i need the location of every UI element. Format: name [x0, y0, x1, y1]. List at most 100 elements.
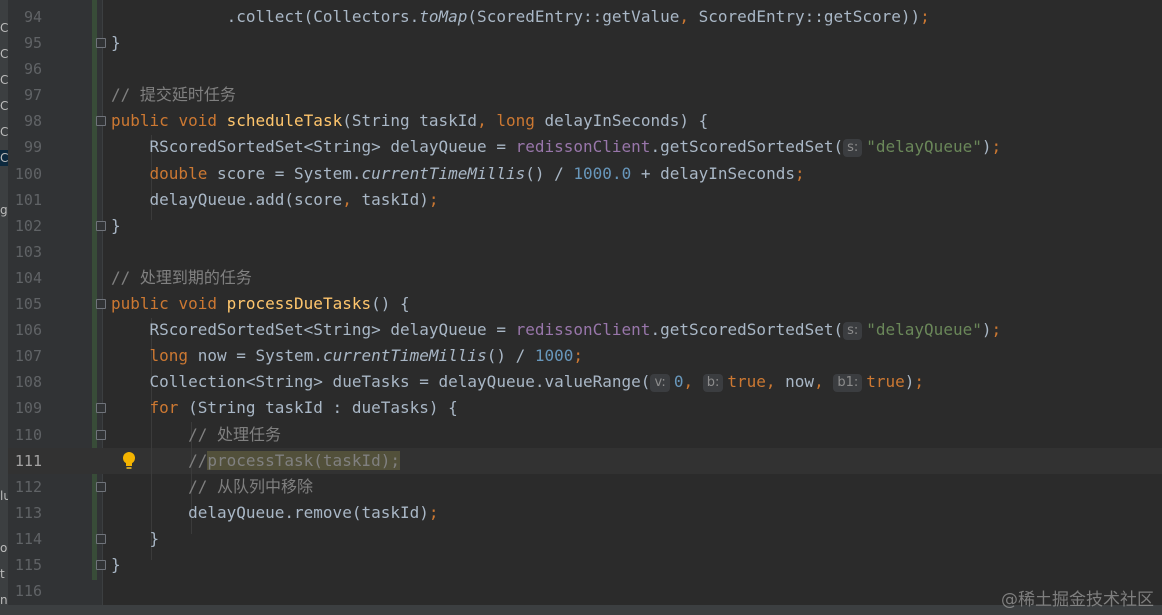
code-line[interactable]: 97 // 提交延时任务 [0, 82, 1162, 108]
fold-toggle-icon[interactable] [96, 533, 106, 544]
code-token: Collection<String> dueTasks = delayQueue… [111, 372, 651, 392]
code-text[interactable]: Collection<String> dueTasks = delayQueue… [111, 369, 924, 395]
code-token: ; [428, 502, 439, 522]
code-token: () / [525, 163, 574, 183]
code-line[interactable]: 111 //processTask(taskId); [0, 448, 1162, 474]
code-line[interactable]: 108 Collection<String> dueTasks = delayQ… [0, 369, 1162, 395]
code-text[interactable]: // 处理到期的任务 [111, 265, 252, 291]
code-token: long [496, 111, 545, 131]
code-line[interactable]: 96 [0, 56, 1162, 82]
parameter-hint: s: [843, 139, 863, 158]
code-line[interactable]: 103 [0, 239, 1162, 265]
code-token: delayQueue.add(score [111, 189, 343, 209]
code-token: 1000.0 [573, 163, 632, 183]
code-line[interactable]: 115} [0, 552, 1162, 578]
code-line[interactable]: 95} [0, 30, 1162, 56]
horizontal-scrollbar[interactable] [0, 605, 1162, 615]
fold-toggle-icon[interactable] [96, 220, 106, 231]
code-text[interactable]: double score = System.currentTimeMillis(… [111, 161, 805, 187]
code-line[interactable]: 107 long now = System.currentTimeMillis(… [0, 343, 1162, 369]
code-line[interactable]: 101 delayQueue.add(score, taskId); [0, 187, 1162, 213]
code-token: 0 [673, 372, 684, 392]
code-text[interactable]: // 从队列中移除 [111, 474, 313, 500]
code-token: for [149, 398, 189, 418]
code-line[interactable]: 116 [0, 578, 1162, 604]
code-line[interactable]: 102} [0, 213, 1162, 239]
line-number: 98 [23, 112, 42, 131]
code-line[interactable]: 112 // 从队列中移除 [0, 474, 1162, 500]
line-number: 103 [14, 242, 42, 261]
code-token: () / [486, 346, 535, 366]
code-text[interactable]: // 提交延时任务 [111, 82, 236, 108]
code-text[interactable]: //processTask(taskId); [111, 448, 400, 474]
code-token: .getScoredSortedSet( [650, 137, 844, 157]
code-line[interactable]: 104 // 处理到期的任务 [0, 265, 1162, 291]
code-token: "delayQueue" [866, 137, 982, 157]
fold-toggle-icon[interactable] [96, 116, 106, 127]
code-token: , [765, 372, 786, 392]
code-text[interactable]: RScoredSortedSet<String> delayQueue = re… [111, 317, 1001, 343]
code-line[interactable]: 100 double score = System.currentTimeMil… [0, 161, 1162, 187]
fold-toggle-icon[interactable] [96, 299, 106, 310]
code-text[interactable]: } [111, 526, 160, 552]
code-line[interactable]: 98 public void scheduleTask(String taskId… [0, 108, 1162, 134]
line-number: 94 [23, 8, 42, 26]
code-text[interactable]: for (String taskId : dueTasks) { [111, 395, 458, 421]
code-line[interactable]: 109 for (String taskId : dueTasks) { [0, 395, 1162, 421]
code-text[interactable]: RScoredSortedSet<String> delayQueue = re… [111, 134, 1001, 160]
code-token: ) [904, 372, 915, 392]
code-token: () { [371, 294, 410, 314]
code-line[interactable]: 113 delayQueue.remove(taskId); [0, 500, 1162, 526]
fold-toggle-icon[interactable] [96, 38, 106, 49]
line-number: 114 [14, 529, 42, 548]
code-token: (ScoredEntry::getValue [467, 7, 680, 26]
code-token: (String taskId : dueTasks) { [188, 398, 458, 418]
code-text[interactable]: long now = System.currentTimeMillis() / … [111, 343, 584, 369]
code-text[interactable]: } [111, 213, 121, 239]
line-number: 116 [14, 582, 42, 601]
fold-toggle-icon[interactable] [96, 559, 106, 570]
parameter-hint: b1: [833, 374, 863, 393]
code-token: ; [991, 137, 1002, 157]
code-text[interactable]: } [111, 552, 121, 578]
code-text[interactable]: } [111, 30, 121, 56]
code-text[interactable]: // 处理任务 [111, 422, 281, 448]
code-line[interactable]: 110 // 处理任务 [0, 422, 1162, 448]
code-text[interactable]: public void scheduleTask(String taskId, … [111, 108, 708, 134]
code-text[interactable]: public void processDueTasks() { [111, 291, 410, 317]
code-token: ; [914, 372, 925, 392]
line-number: 113 [14, 503, 42, 522]
code-line[interactable]: 99 RScoredSortedSet<String> delayQueue =… [0, 134, 1162, 160]
fold-toggle-icon[interactable] [96, 403, 106, 414]
code-token: (String taskId [342, 111, 478, 131]
code-token: ; [920, 7, 930, 26]
line-number: 100 [14, 164, 42, 183]
code-text[interactable]: .collect(Collectors.toMap(ScoredEntry::g… [111, 4, 930, 30]
code-token: } [111, 215, 121, 235]
code-line[interactable]: 94 .collect(Collectors.toMap(ScoredEntry… [0, 4, 1162, 30]
code-token: double [149, 163, 217, 183]
code-token: "delayQueue" [866, 320, 982, 340]
code-token: ; [991, 320, 1002, 340]
code-text[interactable]: delayQueue.add(score, taskId); [111, 187, 439, 213]
line-number: 106 [14, 321, 42, 340]
fold-toggle-icon[interactable] [96, 481, 106, 492]
code-token: // 提交延时任务 [111, 85, 236, 105]
code-token: public [111, 294, 179, 314]
line-number: 97 [23, 86, 42, 105]
code-line[interactable]: 106 RScoredSortedSet<String> delayQueue … [0, 317, 1162, 343]
line-number: 99 [23, 138, 42, 157]
fold-toggle-icon[interactable] [96, 429, 106, 440]
code-token: RScoredSortedSet<String> delayQueue = [111, 137, 516, 157]
code-line[interactable]: 105 public void processDueTasks() { [0, 291, 1162, 317]
code-lines: 94 .collect(Collectors.toMap(ScoredEntry… [0, 4, 1162, 604]
code-line[interactable]: 114 } [0, 526, 1162, 552]
code-token: } [111, 528, 160, 548]
code-token: 1000 [534, 346, 574, 366]
code-token: taskId) [361, 189, 429, 209]
line-number: 108 [14, 373, 42, 392]
code-token: score = System. [216, 163, 362, 183]
code-text[interactable]: delayQueue.remove(taskId); [111, 500, 439, 526]
